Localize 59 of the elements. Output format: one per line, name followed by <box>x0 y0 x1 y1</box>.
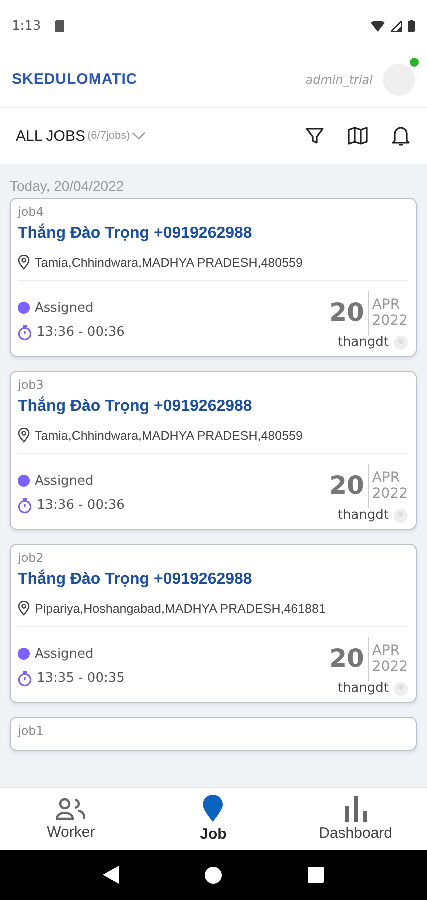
signal-icon <box>391 20 402 32</box>
home-icon[interactable] <box>205 866 222 884</box>
sd-card-icon <box>55 20 64 32</box>
job-code: job1 <box>18 724 45 738</box>
username: admin_trial <box>306 72 373 86</box>
job-time: 13:36 - 00:36 <box>37 325 125 340</box>
app-logo: SKEDULOMATIC <box>12 71 138 88</box>
job-status: Assigned <box>35 300 94 316</box>
job-month: APR <box>372 643 402 659</box>
worker-name: thangdt <box>338 508 389 523</box>
worker-avatar-icon <box>394 336 408 350</box>
people-icon <box>56 797 86 821</box>
nav-tab[interactable]: Worker <box>0 788 142 850</box>
job-code: job3 <box>18 378 45 392</box>
nav-tab[interactable]: Dashboard <box>284 788 427 850</box>
customer-name: Thắng Đào Trọng +0919262988 <box>18 571 254 589</box>
job-year: 2022 <box>372 313 408 329</box>
status-time: 1:13 <box>12 18 42 34</box>
nav-tab[interactable]: Job <box>142 788 285 850</box>
stopwatch-icon <box>18 324 32 340</box>
bell-icon[interactable] <box>391 125 411 147</box>
job-year: 2022 <box>372 659 408 675</box>
bar-chart-icon <box>344 796 367 822</box>
worker-avatar-icon <box>394 682 408 696</box>
job-day: 20 <box>330 464 370 508</box>
job-address: Pipariya,Hoshangabad,MADHYA PRADESH,461881 <box>35 602 326 616</box>
job-month: APR <box>372 297 402 313</box>
job-address: Tamia,Chhindwara,MADHYA PRADESH,480559 <box>35 256 303 270</box>
job-code: job4 <box>18 205 45 219</box>
job-status: Assigned <box>35 474 94 488</box>
job-time: 13:35 - 00:35 <box>37 671 125 686</box>
job-year: 2022 <box>372 486 408 502</box>
job-card[interactable]: job1 <box>10 717 417 751</box>
location-pin-icon <box>18 428 30 443</box>
date-heading: Today, 20/04/2022 <box>10 178 126 194</box>
battery-icon <box>408 20 415 32</box>
back-icon[interactable] <box>103 866 119 884</box>
customer-name: Thắng Đào Trọng +0919262988 <box>18 225 254 243</box>
location-pin-icon <box>18 255 30 270</box>
job-day: 20 <box>330 291 370 335</box>
worker-name: thangdt <box>338 335 389 350</box>
job-month: APR <box>372 470 402 486</box>
chevron-icon <box>132 132 146 140</box>
job-time: 13:36 - 00:36 <box>37 498 125 513</box>
job-day: 20 <box>330 637 370 681</box>
job-code: job2 <box>18 551 45 565</box>
job-filter-dropdown[interactable]: ALL JOBS(6/7jobs) <box>16 128 146 144</box>
map-icon[interactable] <box>347 126 369 146</box>
wifi-icon <box>371 20 385 32</box>
filter-icon[interactable] <box>305 126 325 146</box>
job-status: Assigned <box>35 646 94 662</box>
job-address: Tamia,Chhindwara,MADHYA PRADESH,480559 <box>35 428 303 442</box>
location-pin-icon <box>18 601 30 616</box>
stopwatch-icon <box>18 670 32 686</box>
customer-name: Thắng Đào Trọng +0919262988 <box>18 398 254 416</box>
stopwatch-icon <box>18 498 32 514</box>
worker-name: thangdt <box>338 681 389 696</box>
worker-avatar-icon <box>394 508 408 522</box>
map-pin-icon <box>202 795 224 823</box>
